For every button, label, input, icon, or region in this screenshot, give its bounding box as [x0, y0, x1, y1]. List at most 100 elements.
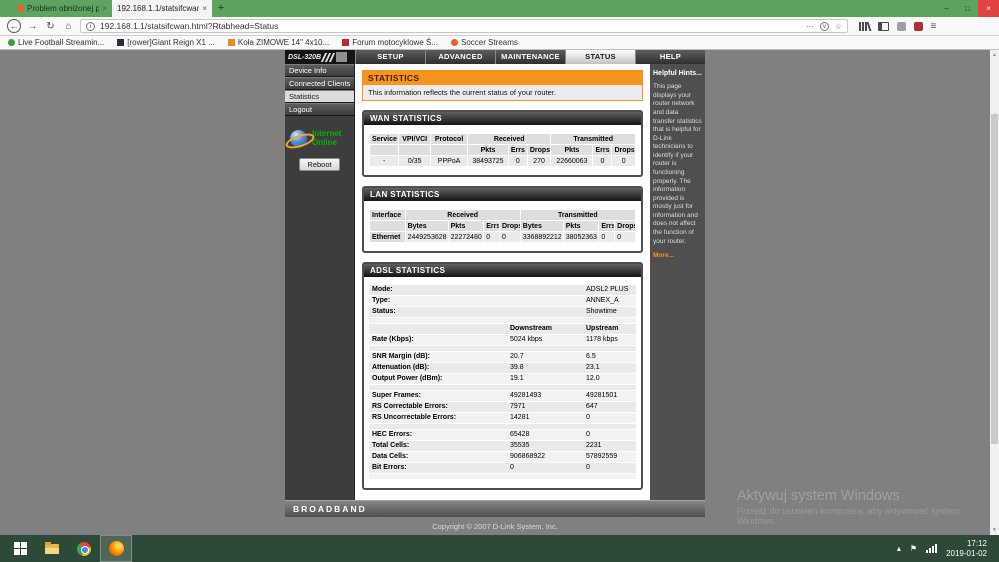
browser-tab-active[interactable]: 192.168.1.1/statsifcwan.html?Rtabh ×	[112, 0, 212, 17]
lan-section-title: LAN STATISTICS	[364, 188, 641, 201]
bookmarks-bar: Live Football Streamin... [rower]Giant R…	[0, 36, 999, 50]
col-header: Errs	[593, 145, 612, 155]
cell: 22272480	[448, 232, 484, 242]
bookmark-label: Live Football Streamin...	[18, 38, 105, 47]
adsl-row: SNR Margin (dB): 20.7 6.5	[369, 352, 636, 362]
adsl-row: Type: ANNEX_A	[369, 296, 636, 306]
cell: 0/35	[399, 156, 431, 166]
bookmark-star-icon[interactable]: ☆	[835, 22, 842, 31]
help-title: Helpful Hints...	[653, 70, 702, 77]
cell: 0	[615, 232, 635, 242]
bookmark-item[interactable]: Forum motocyklowe Ś...	[342, 38, 438, 47]
scroll-down-icon[interactable]: ▼	[990, 525, 999, 535]
adsl-row: Bit Errors: 0 0	[369, 463, 636, 473]
back-button[interactable]: ←	[7, 19, 21, 33]
cell: 0	[500, 232, 520, 242]
tab-favicon-icon	[17, 5, 24, 12]
router-main: STATISTICS This information reflects the…	[355, 64, 650, 500]
col-header: Errs	[508, 145, 527, 155]
sidebar-item-connected-clients[interactable]: Connected Clients	[285, 77, 354, 90]
helpful-hints-panel: Helpful Hints... This page displays your…	[650, 64, 705, 500]
forward-button[interactable]: →	[26, 21, 39, 32]
hidden-icons-chevron-icon[interactable]: ▴	[897, 544, 901, 553]
cell: 0	[599, 232, 615, 242]
adsl-spacer-row	[369, 424, 636, 429]
taskbar-clock[interactable]: 17:12 2019-01-02	[946, 539, 987, 559]
bookmark-item[interactable]: Live Football Streamin...	[8, 38, 104, 47]
tab-help[interactable]: HELP	[635, 50, 705, 64]
chrome-button[interactable]	[68, 535, 100, 562]
wan-data-row: - 0/35 PPPoA 38493725 0 270 22660063 0 0	[370, 156, 635, 166]
sidebar-toggle-icon[interactable]	[877, 21, 889, 31]
tab-maintenance[interactable]: MAINTENANCE	[495, 50, 565, 64]
url-text[interactable]: 192.168.1.1/statsifcwan.html?Rtabhead=St…	[100, 21, 801, 31]
minimize-button[interactable]: –	[936, 0, 957, 17]
adsl-row: Data Cells: 906868922 57892559	[369, 452, 636, 462]
logo-block	[336, 52, 348, 62]
cell: 3368892212	[520, 232, 563, 242]
page-actions-icon[interactable]: ···	[806, 22, 814, 31]
site-info-icon[interactable]: i	[86, 21, 95, 31]
bookmark-label: Koła ZIMOWE 14" 4x10...	[237, 38, 330, 47]
col-header: Interface	[370, 210, 405, 220]
browser-tab-inactive[interactable]: Problem obniżonej prędkości i ×	[12, 0, 112, 17]
adsl-statistics-table: Mode: ADSL2 PLUS Type: ANNEX_A Status: Show…	[364, 277, 641, 488]
firefox-button[interactable]	[100, 535, 132, 562]
tab-close-icon[interactable]: ×	[102, 4, 107, 13]
tab-close-icon[interactable]: ×	[202, 4, 207, 13]
col-header: Service	[370, 134, 399, 144]
close-button[interactable]: ×	[978, 0, 999, 17]
col-header: Drops	[500, 221, 520, 231]
lan-data-row: Ethernet 2449253628 22272480 0 0 3368892…	[370, 232, 635, 242]
reboot-button[interactable]: Reboot	[299, 158, 340, 172]
col-header: Pkts	[468, 145, 508, 155]
extension-icon[interactable]	[896, 21, 906, 31]
reload-button[interactable]: ↻	[44, 21, 57, 32]
wan-statistics-section: WAN STATISTICS Service VPI/VCI Protocol …	[362, 110, 643, 177]
scrollbar-thumb[interactable]	[991, 114, 998, 444]
col-header: Bytes	[520, 221, 563, 231]
page-viewport: DSL-320B SETUP ADVANCED MAINTENANCE STAT…	[0, 50, 999, 535]
address-bar[interactable]: i 192.168.1.1/statsifcwan.html?Rtabhead=…	[80, 19, 848, 33]
cell: 0	[484, 232, 499, 242]
bookmark-item[interactable]: Soccer Streams	[451, 38, 518, 47]
col-header: Transmitted	[520, 210, 635, 220]
vertical-scrollbar[interactable]: ▲ ▼	[990, 50, 999, 535]
adsl-section-title: ADSL STATISTICS	[364, 264, 641, 277]
hamburger-menu-icon[interactable]: ≡	[931, 21, 937, 32]
router-admin-page: DSL-320B SETUP ADVANCED MAINTENANCE STAT…	[285, 50, 705, 531]
scroll-up-icon[interactable]: ▲	[990, 50, 999, 60]
clock-time: 17:12	[966, 538, 987, 548]
network-signal-icon[interactable]	[926, 544, 938, 553]
router-sidebar: Device Info Connected Clients Statistics…	[285, 64, 355, 500]
sidebar-item-statistics[interactable]: Statistics	[285, 90, 354, 103]
col-header: Errs	[599, 221, 615, 231]
maximize-button[interactable]: □	[957, 0, 978, 17]
sidebar-item-device-info[interactable]: Device Info	[285, 64, 354, 77]
adsl-row: Mode: ADSL2 PLUS	[369, 285, 636, 295]
pocket-icon[interactable]: v	[819, 21, 829, 31]
tab-advanced[interactable]: ADVANCED	[425, 50, 495, 64]
windows-taskbar: ▴ ⚑ 17:12 2019-01-02	[0, 535, 999, 562]
adsl-row: Total Cells: 35535 2231	[369, 441, 636, 451]
col-header: Pkts	[551, 145, 593, 155]
file-explorer-button[interactable]	[36, 535, 68, 562]
tab-status[interactable]: STATUS	[565, 50, 635, 64]
home-button[interactable]: ⌂	[62, 21, 75, 32]
chrome-icon	[77, 541, 91, 556]
adblock-extension-icon[interactable]	[913, 21, 923, 31]
sidebar-item-logout[interactable]: Logout	[285, 103, 354, 116]
col-header: Protocol	[431, 134, 468, 144]
bookmark-item[interactable]: Koła ZIMOWE 14" 4x10...	[227, 38, 330, 47]
bookmark-item[interactable]: [rower]Giant Reign X1 ...	[117, 38, 215, 47]
cell: -	[370, 156, 399, 166]
bookmark-favicon-icon	[8, 39, 15, 46]
cell: Ethernet	[370, 232, 405, 242]
language-flag-icon[interactable]: ⚑	[910, 544, 917, 553]
help-more-link[interactable]: More...	[653, 252, 702, 261]
library-icon[interactable]	[859, 21, 871, 31]
start-button[interactable]	[4, 535, 36, 562]
new-tab-button[interactable]: +	[212, 0, 230, 17]
internet-status-label: Internet Online	[312, 129, 342, 148]
tab-setup[interactable]: SETUP	[355, 50, 425, 64]
